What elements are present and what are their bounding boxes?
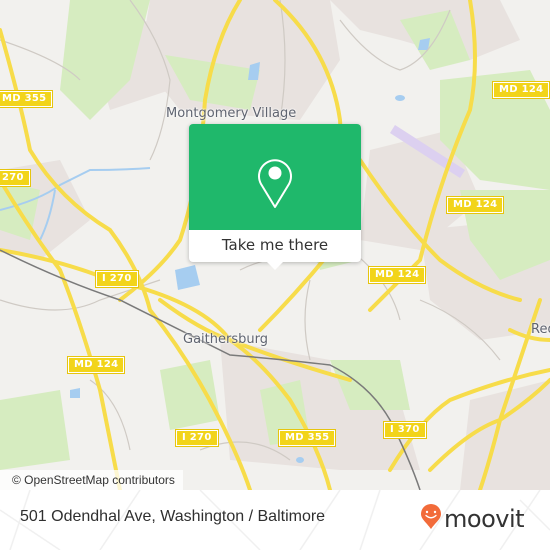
road-shield-i270: 270: [0, 169, 31, 187]
moovit-wordmark: moovit: [444, 505, 525, 533]
moovit-pin-icon: [420, 504, 442, 534]
destination-popup: Take me there: [189, 124, 361, 270]
road-shield-i270: I 270: [175, 429, 219, 447]
road-shield-i270: I 270: [95, 270, 139, 288]
road-shield-md124: MD 124: [445, 196, 505, 214]
map-attribution[interactable]: © OpenStreetMap contributors: [0, 470, 183, 490]
footer-bar: 501 Odendhal Ave, Washington / Baltimore…: [0, 490, 550, 550]
place-label-gaithersburg: Gaithersburg: [183, 332, 268, 347]
road-shield-md124: MD 124: [66, 356, 126, 374]
road-shield-md355: MD 355: [277, 429, 337, 447]
place-label-rockville: Red: [531, 322, 550, 337]
take-me-there-button[interactable]: Take me there: [189, 230, 361, 262]
road-shield-md355: MD 355: [0, 90, 54, 108]
road-shield-md124: MD 124: [491, 81, 550, 99]
road-shield-md124: MD 124: [367, 266, 427, 284]
popup-pointer: [267, 262, 283, 270]
address-label: 501 Odendhal Ave, Washington / Baltimore: [20, 508, 326, 525]
moovit-logo[interactable]: moovit: [420, 504, 525, 534]
road-shield-i370: I 370: [383, 421, 427, 439]
place-label-montgomery-village: Montgomery Village: [166, 106, 297, 121]
map-view[interactable]: Montgomery Village Gaithersburg Red MD 3…: [0, 0, 550, 490]
popup-header: [189, 124, 361, 230]
